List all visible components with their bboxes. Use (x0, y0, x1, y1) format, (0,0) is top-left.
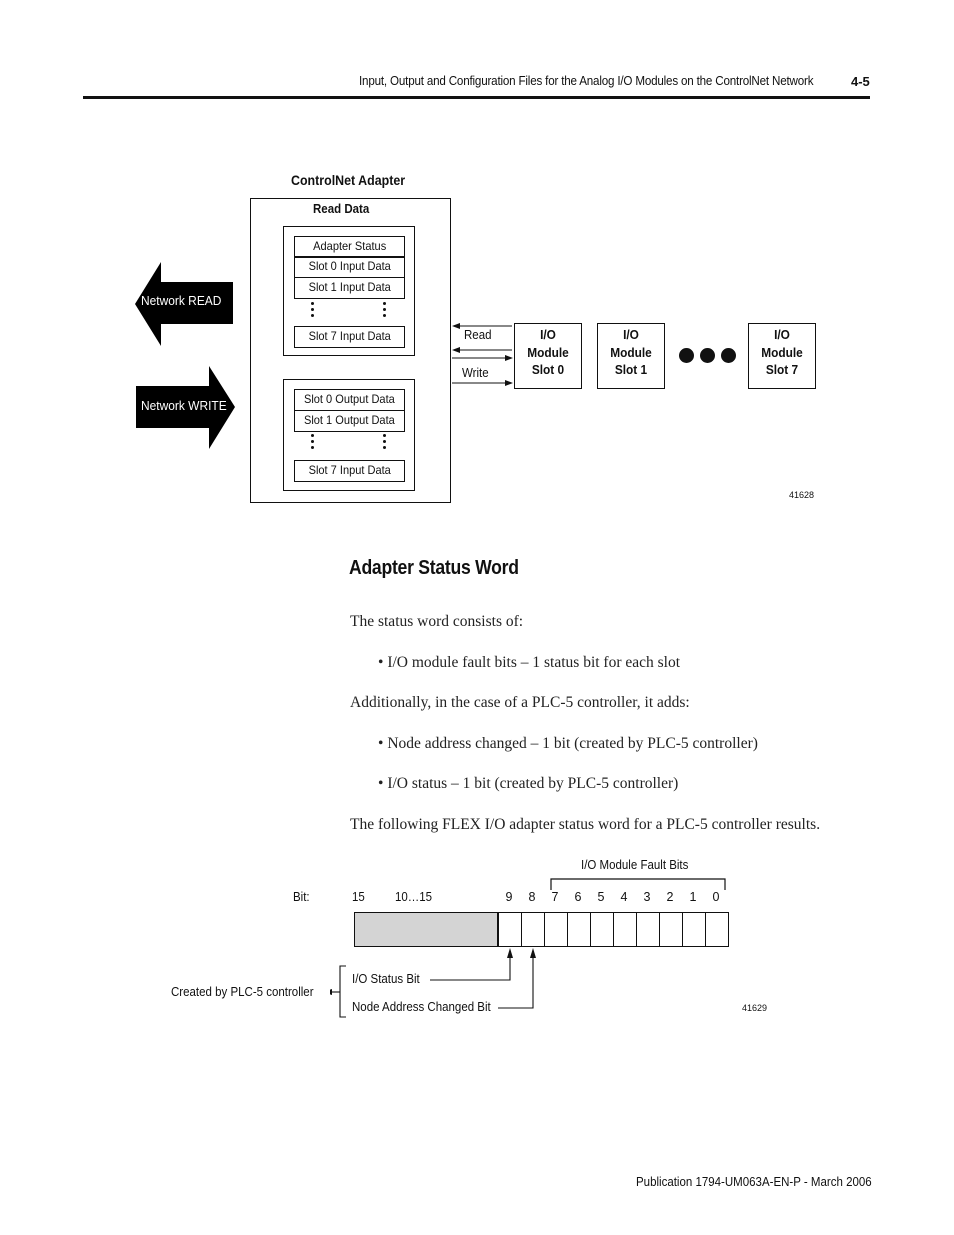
bit-cell-2 (659, 912, 683, 947)
write-label: Write (462, 366, 489, 380)
io-module-slot0: I/O Module Slot 0 (514, 323, 582, 389)
bit-number-label: 7 (551, 890, 559, 904)
bit-cell-6 (567, 912, 591, 947)
bullet-item: • I/O module fault bits – 1 status bit f… (378, 654, 681, 671)
network-write-label: Network WRITE (141, 398, 227, 413)
read-data-label: Read Data (313, 202, 370, 216)
bit-number-label: 4 (620, 890, 628, 904)
network-read-label: Network READ (141, 293, 222, 308)
io-status-bit-label: I/O Status Bit (352, 972, 420, 986)
bit-cell-0 (705, 912, 729, 947)
section-heading: Adapter Status Word (349, 557, 519, 579)
write-row-slot0: Slot 0 Output Data (294, 389, 405, 411)
bit-cell-5 (590, 912, 614, 947)
io-module-slot7: I/O Module Slot 7 (748, 323, 816, 389)
read-row-slot0: Slot 0 Input Data (294, 256, 405, 278)
bit-number-label: 0 (712, 890, 720, 904)
bit-cell-7 (544, 912, 568, 947)
bullet-item: • I/O status – 1 bit (created by PLC-5 c… (378, 775, 679, 792)
bit-cell-4 (613, 912, 637, 947)
bit-cell-1 (682, 912, 706, 947)
fault-bits-label: I/O Module Fault Bits (581, 858, 689, 872)
node-address-changed-label: Node Address Changed Bit (352, 1000, 491, 1014)
header-rule (83, 96, 870, 99)
write-row-slot7: Slot 7 Input Data (294, 460, 405, 482)
continuation-dots (383, 434, 387, 452)
page-number: 4-5 (851, 74, 870, 89)
continuation-dots (383, 302, 387, 320)
bit-label: Bit: (293, 890, 310, 904)
continuation-dots (311, 434, 315, 452)
additional-paragraph: Additionally, in the case of a PLC-5 con… (350, 694, 690, 711)
publication-footer: Publication 1794-UM063A-EN-P - March 200… (636, 1175, 872, 1189)
read-row-adapter-status: Adapter Status (294, 236, 405, 258)
ellipsis-dot-icon (700, 348, 715, 363)
figure-title: ControlNet Adapter (291, 173, 406, 188)
bit-cell-3 (636, 912, 660, 947)
write-row-slot1: Slot 1 Output Data (294, 410, 405, 432)
bit-cell-8 (521, 912, 545, 947)
created-by-label: Created by PLC-5 controller (171, 985, 314, 999)
ellipsis-dot-icon (721, 348, 736, 363)
bit-number-label: 5 (597, 890, 605, 904)
result-paragraph: The following FLEX I/O adapter status wo… (350, 816, 821, 833)
figure-number: 41629 (742, 1003, 768, 1013)
io-module-slot1: I/O Module Slot 1 (597, 323, 665, 389)
continuation-dots (311, 302, 315, 320)
figure-number: 41628 (789, 490, 815, 500)
bit-number-label: 2 (666, 890, 674, 904)
ellipsis-dot-icon (679, 348, 694, 363)
bullet-item: • Node address changed – 1 bit (created … (378, 735, 758, 752)
bit-number-label: 8 (528, 890, 536, 904)
running-header-title: Input, Output and Configuration Files fo… (359, 74, 814, 88)
bit-range-label: 10…15 (395, 890, 433, 904)
read-row-slot1: Slot 1 Input Data (294, 277, 405, 299)
bit-cell-9 (498, 912, 522, 947)
bit-number-label: 9 (505, 890, 513, 904)
intro-paragraph: The status word consists of: (350, 613, 524, 630)
read-row-slot7: Slot 7 Input Data (294, 326, 405, 348)
reserved-bits-cell (354, 912, 498, 947)
bit-number-label: 3 (643, 890, 651, 904)
bit-number-label: 1 (689, 890, 697, 904)
bit-15-label: 15 (352, 890, 365, 904)
read-label: Read (464, 328, 492, 342)
bit-number-label: 6 (574, 890, 582, 904)
